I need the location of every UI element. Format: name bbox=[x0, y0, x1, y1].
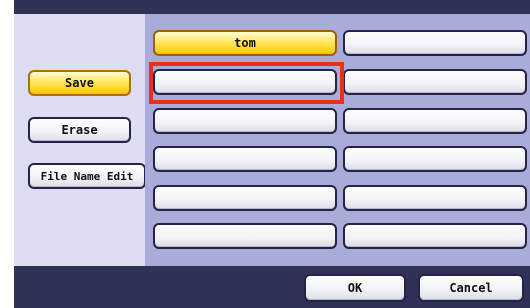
file-slot-grid: tom bbox=[145, 14, 530, 266]
left-edge bbox=[0, 0, 14, 308]
cancel-button[interactable]: Cancel bbox=[418, 274, 524, 302]
save-button[interactable]: Save bbox=[28, 70, 131, 96]
left-panel: Save Erase File Name Edit bbox=[14, 14, 146, 266]
file-slot[interactable]: tom bbox=[153, 30, 337, 56]
file-slot[interactable] bbox=[153, 223, 337, 249]
file-slot[interactable] bbox=[153, 69, 337, 95]
file-slot[interactable] bbox=[153, 146, 337, 172]
erase-button[interactable]: Erase bbox=[28, 117, 131, 143]
file-slot[interactable] bbox=[343, 30, 527, 56]
bottom-bar: OK Cancel bbox=[14, 266, 530, 308]
file-slot[interactable] bbox=[153, 185, 337, 211]
file-slot[interactable] bbox=[343, 146, 527, 172]
file-name-edit-button[interactable]: File Name Edit bbox=[28, 163, 146, 189]
file-slot[interactable] bbox=[153, 108, 337, 134]
file-slot[interactable] bbox=[343, 69, 527, 95]
file-slot[interactable] bbox=[343, 223, 527, 249]
file-slot[interactable] bbox=[343, 108, 527, 134]
ok-button[interactable]: OK bbox=[304, 274, 406, 302]
file-slot[interactable] bbox=[343, 185, 527, 211]
